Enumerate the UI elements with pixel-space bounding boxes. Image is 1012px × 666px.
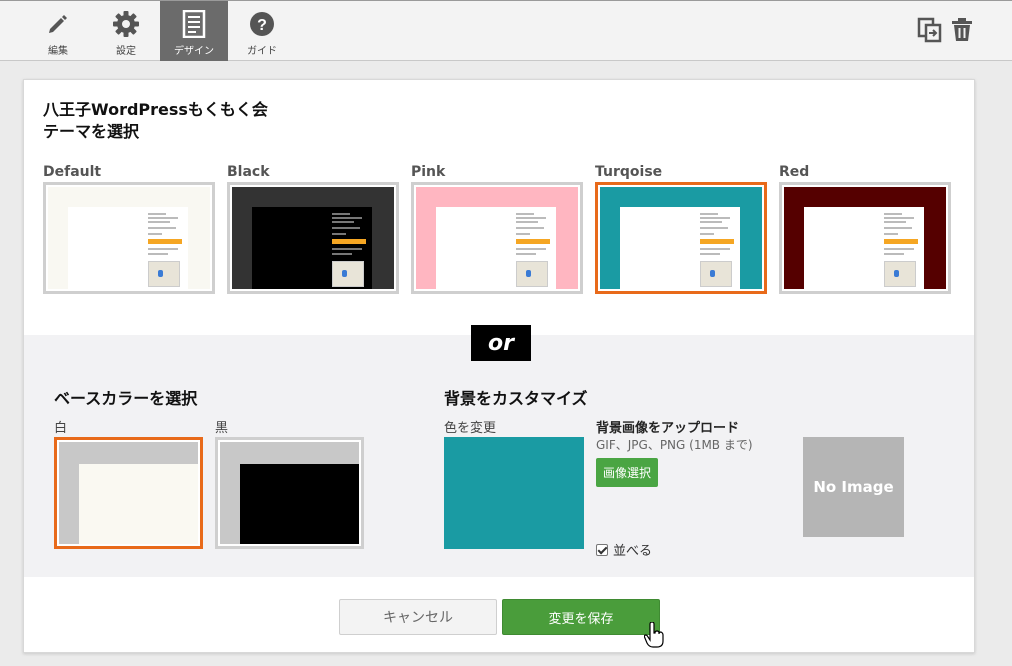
cancel-button[interactable]: キャンセル — [339, 599, 497, 635]
theme-option-turqoise[interactable]: Turqoise — [595, 162, 767, 294]
tile-checkbox[interactable]: 並べる — [596, 540, 652, 559]
site-name: 八王子WordPressもくもく会 — [43, 100, 268, 119]
gear-icon — [111, 9, 141, 39]
theme-name: Red — [779, 164, 810, 180]
checkbox-checked-icon[interactable] — [596, 543, 608, 556]
upload-title: 背景画像をアップロード — [596, 421, 740, 436]
hand-cursor-icon — [643, 621, 664, 648]
theme-name: Default — [43, 164, 102, 180]
base-white-label: 白 — [54, 421, 68, 436]
theme-thumbnail[interactable] — [227, 182, 399, 294]
base-color-white-option[interactable] — [54, 437, 203, 549]
theme-option-red[interactable]: Red — [779, 162, 951, 294]
copy-icon[interactable] — [917, 17, 943, 45]
toolbar-settings-label: 設定 — [116, 46, 136, 57]
background-color-swatch[interactable] — [444, 437, 584, 549]
toolbar-edit-label: 編集 — [48, 46, 68, 57]
toolbar-design-button[interactable]: デザイン — [160, 1, 228, 61]
color-change-label: 色を変更 — [444, 421, 497, 436]
theme-thumbnail[interactable] — [595, 182, 767, 294]
base-color-title: ベースカラーを選択 — [54, 389, 198, 408]
base-color-black-option[interactable] — [215, 437, 364, 549]
toolbar-design-label: デザイン — [174, 46, 214, 57]
save-button[interactable]: 変更を保存 — [502, 599, 660, 635]
toolbar-guide-button[interactable]: ? ガイド — [228, 1, 296, 61]
theme-thumbnail[interactable] — [779, 182, 951, 294]
theme-thumbnail[interactable] — [411, 182, 583, 294]
section-subtitle: テーマを選択 — [43, 122, 140, 141]
trash-icon[interactable] — [950, 17, 976, 45]
page-title: 八王子WordPressもくもく会 テーマを選択 — [43, 99, 268, 143]
theme-option-pink[interactable]: Pink — [411, 162, 583, 294]
background-title: 背景をカスタマイズ — [444, 389, 588, 408]
toolbar-settings-button[interactable]: 設定 — [92, 1, 160, 61]
tile-label: 並べる — [613, 544, 653, 559]
base-black-label: 黒 — [215, 421, 229, 436]
toolbar-guide-label: ガイド — [247, 46, 277, 57]
document-icon — [179, 9, 209, 39]
theme-name: Pink — [411, 164, 446, 180]
help-icon: ? — [247, 9, 277, 39]
design-panel: 八王子WordPressもくもく会 テーマを選択 Default Black Pin… — [23, 79, 975, 653]
no-image-placeholder: No Image — [803, 437, 904, 537]
or-divider: or — [471, 325, 531, 361]
pencil-icon — [43, 9, 73, 39]
theme-name: Black — [227, 164, 270, 180]
theme-name: Turqoise — [595, 164, 663, 180]
theme-option-default[interactable]: Default — [43, 162, 215, 294]
theme-option-black[interactable]: Black — [227, 162, 399, 294]
toolbar-edit-button[interactable]: 編集 — [24, 1, 92, 61]
svg-text:?: ? — [257, 17, 267, 34]
toolbar: 編集 設定 デザイン ? ガイド — [0, 0, 1012, 61]
upload-note: GIF、JPG、PNG (1MB まで) — [596, 438, 753, 452]
select-image-button[interactable]: 画像選択 — [596, 458, 658, 487]
theme-thumbnail[interactable] — [43, 182, 215, 294]
